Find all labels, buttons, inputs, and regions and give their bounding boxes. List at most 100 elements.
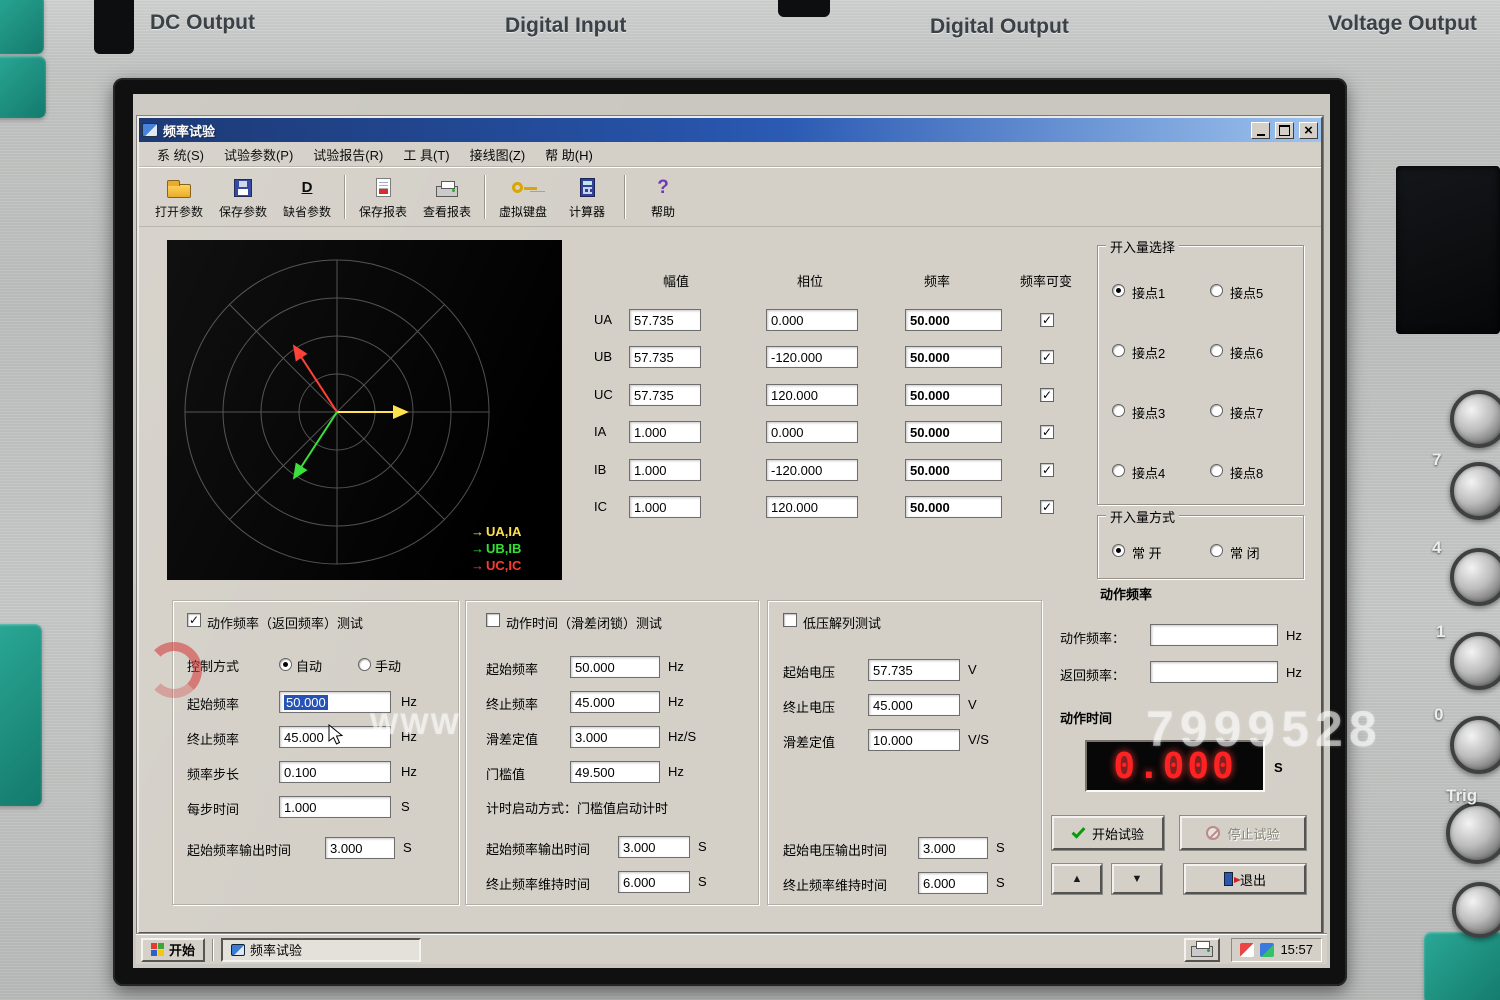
virtual-keyboard-button[interactable]: 虚拟键盘	[491, 171, 555, 223]
menu-system[interactable]: 系 统(S)	[147, 142, 214, 167]
tray-status-icon[interactable]	[1260, 943, 1274, 957]
key-button-1[interactable]	[1450, 632, 1500, 690]
frequency-input[interactable]: 50.000	[905, 496, 1002, 518]
tray-input-method-icon[interactable]	[1240, 943, 1254, 957]
slip-setting-input[interactable]: 3.000	[570, 726, 660, 748]
toolbar-separator	[484, 175, 486, 219]
amplitude-input[interactable]: 57.735	[629, 309, 701, 331]
radio-contact-7[interactable]	[1210, 404, 1223, 417]
rotary-knob[interactable]	[1450, 390, 1500, 448]
step-time-input[interactable]: 1.000	[279, 796, 391, 818]
freq-variable-checkbox[interactable]: ✓	[1040, 425, 1054, 439]
end-voltage-input[interactable]: 45.000	[868, 694, 960, 716]
test-lead-clamp	[778, 0, 830, 17]
amplitude-input[interactable]: 57.735	[629, 346, 701, 368]
key-button-4[interactable]	[1450, 548, 1500, 606]
amplitude-input[interactable]: 1.000	[629, 496, 701, 518]
frequency-input[interactable]: 50.000	[905, 346, 1002, 368]
freq-variable-checkbox[interactable]: ✓	[1040, 313, 1054, 327]
key-button-0[interactable]	[1450, 716, 1500, 774]
view-report-button[interactable]: 查看报表	[415, 171, 479, 223]
help-button[interactable]: ? 帮助	[631, 171, 695, 223]
low-voltage-checkbox[interactable]	[783, 613, 797, 627]
stop-test-button[interactable]: 停止试验	[1180, 816, 1306, 850]
key-button-trig[interactable]	[1446, 802, 1500, 864]
exit-button[interactable]: 退出	[1184, 864, 1306, 894]
start-voltage-output-time-input[interactable]: 3.000	[918, 837, 988, 859]
threshold-input[interactable]: 49.500	[570, 761, 660, 783]
start-menu-button[interactable]: 开始	[141, 938, 205, 962]
key-button-7[interactable]	[1450, 462, 1500, 520]
frequency-input[interactable]: 50.000	[905, 459, 1002, 481]
save-params-button[interactable]: 保存参数	[211, 171, 275, 223]
end-freq-hold-time-input[interactable]: 6.000	[618, 871, 690, 893]
contact-select-group: 开入量选择 接点1 接点5 接点2 接点6 接点3 接点7	[1097, 245, 1304, 505]
radio-contact-2[interactable]	[1112, 344, 1125, 357]
menu-test-params[interactable]: 试验参数(P)	[214, 142, 303, 167]
radio-normally-closed[interactable]	[1210, 544, 1223, 557]
radio-contact-5[interactable]	[1210, 284, 1223, 297]
radio-contact-8[interactable]	[1210, 464, 1223, 477]
radio-contact-6[interactable]	[1210, 344, 1223, 357]
minimize-button[interactable]	[1251, 122, 1270, 139]
amplitude-input[interactable]: 1.000	[629, 421, 701, 443]
action-frequency-result-input[interactable]	[1150, 624, 1278, 646]
step-up-button[interactable]: ▲	[1052, 864, 1102, 894]
phase-input[interactable]: -120.000	[766, 459, 858, 481]
frequency-input[interactable]: 50.000	[905, 384, 1002, 406]
radio-manual[interactable]	[358, 658, 371, 671]
freq-variable-checkbox[interactable]: ✓	[1040, 463, 1054, 477]
radio-contact-1[interactable]	[1112, 284, 1125, 297]
task-button-frequency-test[interactable]: 频率试验	[221, 938, 421, 962]
start-frequency-input[interactable]: 50.000	[570, 656, 660, 678]
phase-input[interactable]: 120.000	[766, 384, 858, 406]
phase-input[interactable]: 0.000	[766, 421, 858, 443]
amplitude-input[interactable]: 1.000	[629, 459, 701, 481]
legend-uc-ic: UC,IC	[471, 558, 521, 573]
menu-test-report[interactable]: 试验报告(R)	[303, 142, 393, 167]
menu-wiring-diagram[interactable]: 接线图(Z)	[460, 142, 536, 167]
led-unit: S	[1274, 760, 1283, 775]
calculator-icon	[574, 177, 600, 199]
step-down-button[interactable]: ▼	[1112, 864, 1162, 894]
phase-input[interactable]: 0.000	[766, 309, 858, 331]
radio-contact-4[interactable]	[1112, 464, 1125, 477]
start-voltage-input[interactable]: 57.735	[868, 659, 960, 681]
radio-auto[interactable]	[279, 658, 292, 671]
control-mode-label: 控制方式	[187, 656, 239, 675]
frequency-input[interactable]: 50.000	[905, 309, 1002, 331]
action-frequency-checkbox[interactable]: ✓	[187, 613, 201, 627]
frequency-step-input[interactable]: 0.100	[279, 761, 391, 783]
maximize-button[interactable]	[1275, 122, 1294, 139]
radio-contact-3[interactable]	[1112, 404, 1125, 417]
start-freq-output-time-input[interactable]: 3.000	[618, 836, 690, 858]
system-tray: 15:57	[1231, 938, 1322, 962]
end-frequency-input[interactable]: 45.000	[279, 726, 391, 748]
close-button[interactable]	[1299, 122, 1318, 139]
phase-input[interactable]: -120.000	[766, 346, 858, 368]
amplitude-input[interactable]: 57.735	[629, 384, 701, 406]
return-frequency-result-input[interactable]	[1150, 661, 1278, 683]
default-params-button[interactable]: D 缺省参数	[275, 171, 339, 223]
save-report-button[interactable]: 保存报表	[351, 171, 415, 223]
action-time-checkbox[interactable]	[486, 613, 500, 627]
start-test-button[interactable]: 开始试验	[1052, 816, 1164, 850]
radio-normally-open[interactable]	[1112, 544, 1125, 557]
start-frequency-input[interactable]: 50.000	[279, 691, 391, 713]
print-status-button[interactable]	[1184, 938, 1220, 962]
phase-input[interactable]: 120.000	[766, 496, 858, 518]
open-params-button[interactable]: 打开参数	[147, 171, 211, 223]
frequency-input[interactable]: 50.000	[905, 421, 1002, 443]
end-frequency-input[interactable]: 45.000	[570, 691, 660, 713]
calculator-button[interactable]: 计算器	[555, 171, 619, 223]
menu-help[interactable]: 帮 助(H)	[535, 142, 603, 167]
freq-variable-checkbox[interactable]: ✓	[1040, 500, 1054, 514]
freq-variable-checkbox[interactable]: ✓	[1040, 350, 1054, 364]
freq-variable-checkbox[interactable]: ✓	[1040, 388, 1054, 402]
slip-setting-input[interactable]: 10.000	[868, 729, 960, 751]
menu-tools[interactable]: 工 具(T)	[393, 142, 459, 167]
rotary-knob[interactable]	[1452, 882, 1500, 938]
field-unit: S	[698, 874, 707, 889]
end-freq-hold-time-input[interactable]: 6.000	[918, 872, 988, 894]
start-freq-output-time-input[interactable]: 3.000	[325, 837, 395, 859]
